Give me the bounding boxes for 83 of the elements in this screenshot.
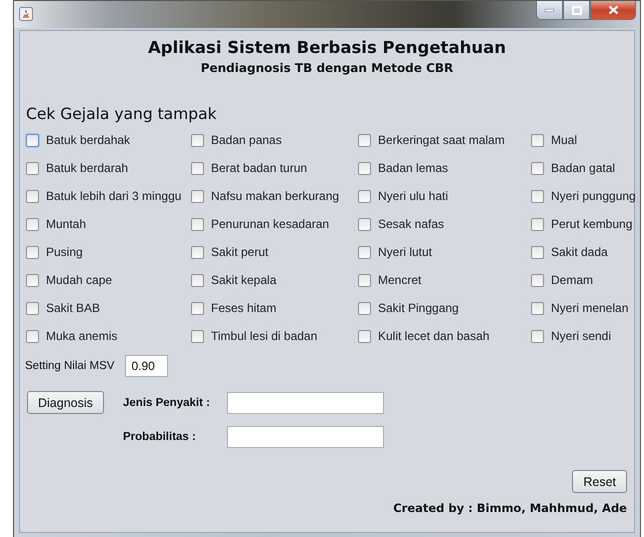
checkbox[interactable] [26, 246, 39, 258]
checkbox[interactable] [358, 218, 371, 230]
close-button[interactable] [590, 1, 636, 20]
symptom-label: Berkeringat saat malam [378, 133, 505, 147]
checkbox[interactable] [531, 218, 544, 230]
section-heading: Cek Gejala yang tampak [26, 105, 217, 123]
msv-field[interactable]: 0.90 [125, 355, 168, 377]
checkbox[interactable] [191, 246, 204, 258]
app-icon [19, 7, 33, 21]
checkbox[interactable] [531, 246, 544, 258]
result-field[interactable] [227, 392, 384, 414]
checkbox[interactable] [191, 190, 204, 202]
checkbox[interactable] [26, 330, 39, 342]
symptom-label: Kulit lecet dan basah [378, 329, 490, 343]
symptom-label: Muntah [46, 217, 86, 231]
checkbox[interactable] [358, 162, 371, 174]
symptom-label: Batuk berdarah [46, 161, 128, 175]
minimize-button[interactable] [536, 1, 563, 20]
symptom-label: Sakit Pinggang [378, 301, 459, 315]
checkbox[interactable] [191, 330, 204, 342]
msv-label: Setting Nilai MSV [25, 360, 114, 372]
checkbox[interactable] [191, 134, 204, 146]
symptom-label: Nyeri punggung [551, 189, 636, 203]
maximize-button[interactable] [563, 1, 590, 20]
close-icon [608, 5, 618, 15]
checkbox[interactable] [26, 162, 39, 174]
symptom-label: Sakit perut [211, 245, 268, 259]
symptom-label: Feses hitam [211, 301, 276, 315]
symptom-label: Badan lemas [378, 161, 448, 175]
symptom-label: Batuk berdahak [46, 133, 130, 147]
checkbox[interactable] [531, 302, 544, 314]
symptom-label: Nafsu makan berkurang [211, 189, 340, 203]
checkbox[interactable] [358, 274, 371, 286]
symptom-label: Nyeri lutut [378, 245, 432, 259]
diagnosis-button[interactable]: Diagnosis [27, 391, 104, 414]
symptom-label: Muka anemis [46, 329, 118, 343]
checkbox[interactable] [26, 134, 39, 146]
symptom-label: Batuk lebih dari 3 minggu [46, 189, 182, 203]
checkbox[interactable] [191, 274, 204, 286]
maximize-icon [572, 6, 582, 14]
checkbox[interactable] [191, 218, 204, 230]
app-subtitle: Pendiagnosis TB dengan Metode CBR [200, 61, 454, 75]
checkbox[interactable] [26, 274, 39, 286]
checkbox[interactable] [26, 190, 39, 202]
symptom-label: Perut kembung [551, 217, 632, 231]
symptom-label: Penurunan kesadaran [211, 217, 330, 231]
checkbox[interactable] [358, 330, 371, 342]
credit-text: Created by : Bimmo, Mahhmud, Ade [393, 501, 627, 515]
symptom-label: Sakit kepala [211, 273, 276, 287]
symptom-label: Badan gatal [551, 161, 616, 175]
checkbox[interactable] [531, 330, 544, 342]
reset-button[interactable]: Reset [572, 470, 627, 493]
result-field[interactable] [227, 426, 384, 448]
checkbox[interactable] [358, 134, 371, 146]
symptom-label: Sakit BAB [46, 301, 100, 315]
symptom-label: Mual [551, 133, 578, 147]
result-label: Probabilitas : [123, 431, 196, 443]
checkbox[interactable] [531, 134, 544, 146]
checkbox[interactable] [531, 274, 544, 286]
checkbox[interactable] [358, 302, 371, 314]
checkbox[interactable] [191, 162, 204, 174]
symptom-label: Berat badan turun [211, 161, 308, 175]
checkbox[interactable] [531, 162, 544, 174]
checkbox[interactable] [531, 190, 544, 202]
checkbox[interactable] [358, 246, 371, 258]
symptom-label: Badan panas [211, 133, 282, 147]
checkbox[interactable] [191, 302, 204, 314]
symptom-label: Mencret [378, 273, 422, 287]
checkbox[interactable] [358, 190, 371, 202]
symptom-label: Timbul lesi di badan [211, 329, 318, 343]
checkbox[interactable] [26, 218, 39, 230]
minimize-icon [545, 8, 554, 12]
symptom-label: Nyeri ulu hati [378, 189, 448, 203]
symptom-label: Demam [551, 273, 594, 287]
checkbox[interactable] [26, 302, 39, 314]
symptom-label: Mudah cape [46, 273, 112, 287]
app-title: Aplikasi Sistem Berbasis Pengetahuan [148, 38, 506, 57]
symptom-label: Sakit dada [551, 245, 608, 259]
symptom-label: Pusing [46, 245, 83, 259]
symptom-label: Sesak nafas [378, 217, 444, 231]
result-label: Jenis Penyakit : [123, 396, 210, 408]
symptom-label: Nyeri menelan [551, 301, 628, 315]
symptom-label: Nyeri sendi [551, 329, 612, 343]
